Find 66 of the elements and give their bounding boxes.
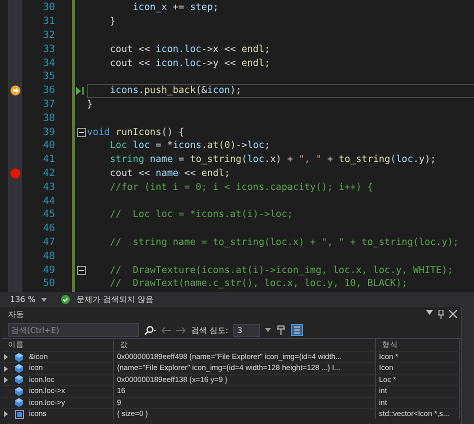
line-number: 37 — [42, 98, 55, 110]
line-number: 34 — [42, 58, 55, 69]
collapse-icon[interactable] — [76, 266, 86, 275]
line-number: 43 — [42, 182, 55, 193]
expand-icon[interactable] — [4, 366, 8, 372]
field-icon — [15, 364, 24, 374]
depth-dropdown[interactable]: 3 — [233, 324, 260, 336]
vector-icon — [15, 410, 24, 419]
zoom-level[interactable]: 136 % — [10, 295, 36, 304]
code-line: void runIcons() { — [87, 126, 184, 138]
pin-icon[interactable] — [276, 325, 286, 335]
expand-icon[interactable] — [4, 411, 8, 418]
code-line: icons.push_back(&icon); — [108, 85, 242, 96]
line-number: 41 — [42, 154, 55, 166]
line-number: 40 — [42, 140, 55, 152]
search-icon[interactable] — [144, 326, 156, 334]
code-line: } — [108, 16, 116, 28]
run-to-click-icon[interactable] — [76, 86, 86, 95]
line-number: 42 — [42, 168, 55, 179]
line-number: 46 — [42, 223, 55, 234]
search-field[interactable]: 검색(Ctrl+E) — [8, 323, 139, 337]
code-line: cout << name << endl; — [108, 168, 230, 179]
code-line: } — [87, 98, 93, 110]
code-line: icon_x += step; — [132, 2, 219, 14]
line-number: 49 — [42, 264, 55, 276]
expand-icon[interactable] — [4, 354, 8, 360]
line-number: 47 — [42, 236, 55, 248]
code-line: //for (int i = 0; i < icons.capacity(); i++) { — [108, 182, 373, 193]
back-arrow-icon[interactable] — [161, 326, 171, 334]
grid-toggle-icon[interactable] — [291, 324, 304, 336]
code-line: // DrawTexture(icons.at(i)->icon_img, loc.x, loc.y, WHITE); — [108, 264, 454, 276]
line-number: 50 — [42, 278, 55, 290]
close-icon[interactable] — [449, 310, 458, 318]
field-icon — [15, 352, 24, 362]
pin-icon[interactable] — [438, 310, 444, 319]
line-number: 45 — [42, 209, 55, 220]
forward-arrow-icon[interactable] — [176, 326, 186, 334]
code-line: Loc loc = *icons.at(0)->loc; — [108, 140, 270, 152]
dropdown-icon[interactable] — [426, 310, 434, 315]
dropdown-icon[interactable] — [41, 298, 48, 302]
line-number: 38 — [42, 112, 55, 124]
collapse-icon[interactable] — [76, 128, 86, 137]
line-number: 32 — [42, 30, 55, 41]
line-number: 39 — [42, 126, 55, 138]
code-line: // Loc loc = *icons.at(i)->loc; — [108, 209, 293, 220]
code-line: cout << icon.loc->y << endl; — [108, 58, 270, 69]
field-icon — [15, 386, 24, 396]
line-number: 44 — [42, 196, 55, 207]
status-message: 문제가 검색되지 않음 — [76, 294, 154, 305]
code-line: // string name = to_string(loc.x) + ", " + to_string(loc.y); — [108, 236, 459, 248]
line-number: 48 — [42, 250, 55, 262]
line-number: 33 — [42, 44, 55, 55]
code-line: // DrawText(name.c_str(), loc.x, loc.y, 10, BLACK); — [108, 278, 408, 290]
code-line: string name = to_string(loc.x) + ", " + to_string(loc.y); — [108, 154, 436, 166]
field-icon — [15, 398, 24, 408]
line-number: 31 — [42, 16, 55, 28]
check-icon — [61, 295, 70, 304]
panel-title: 자동 — [8, 309, 25, 320]
expand-icon[interactable] — [4, 376, 8, 383]
depth-label: 검색 심도: — [191, 324, 228, 336]
code-line: cout << icon.loc->x << endl; — [108, 44, 270, 55]
line-number: 30 — [42, 2, 55, 14]
field-icon — [15, 375, 24, 384]
line-number: 35 — [42, 71, 55, 82]
line-number: 36 — [42, 85, 55, 96]
dropdown-icon — [265, 328, 272, 332]
